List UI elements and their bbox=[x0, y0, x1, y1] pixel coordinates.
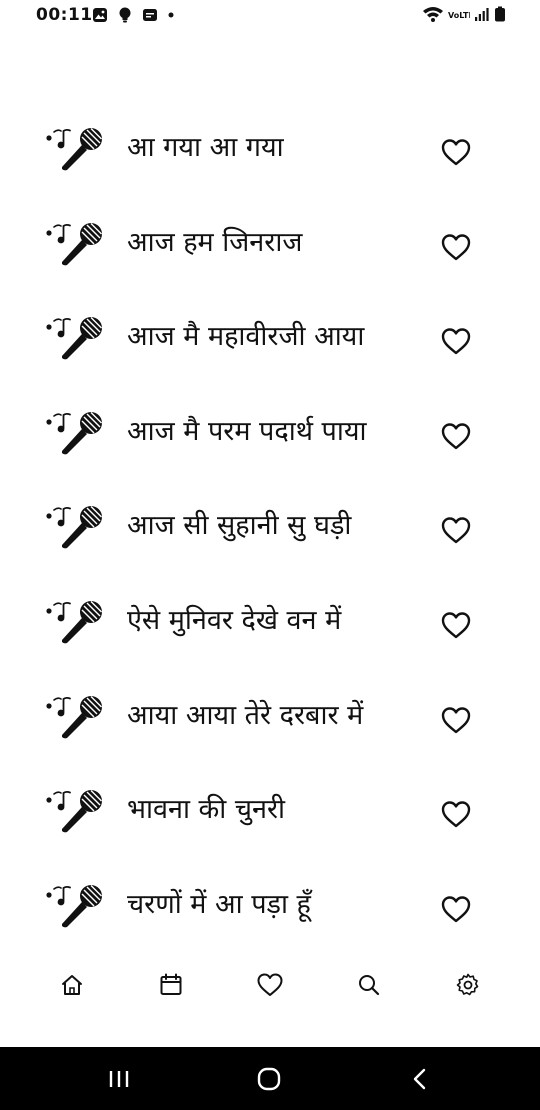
microphone-icon bbox=[45, 600, 103, 644]
search-icon bbox=[359, 975, 380, 996]
battery-icon bbox=[495, 6, 505, 22]
status-right-icons: VoLTE bbox=[422, 6, 506, 22]
back-button[interactable] bbox=[400, 1063, 440, 1095]
back-icon bbox=[413, 1068, 426, 1090]
song-item[interactable]: आज हम जिनराज bbox=[0, 200, 540, 295]
song-item[interactable]: ऐसे मुनिवर देखे वन में bbox=[0, 578, 540, 673]
song-title: आज हम जिनराज bbox=[127, 226, 303, 258]
status-time: 00:11 bbox=[36, 5, 93, 25]
tab-search[interactable] bbox=[339, 963, 399, 1007]
microphone-icon bbox=[45, 221, 103, 266]
home-button[interactable] bbox=[249, 1063, 289, 1095]
tab-calendar[interactable] bbox=[141, 963, 201, 1007]
song-title: चरणों में आ पड़ा हूँ bbox=[127, 888, 311, 920]
system-navigation-bar bbox=[0, 1047, 540, 1110]
favorite-heart-icon[interactable] bbox=[440, 137, 472, 167]
favorite-heart-icon[interactable] bbox=[440, 705, 472, 735]
wifi-icon bbox=[423, 7, 443, 22]
song-item[interactable]: आज मै महावीरजी आया bbox=[0, 294, 540, 389]
favorite-heart-icon[interactable] bbox=[440, 610, 472, 640]
favorite-heart-icon[interactable] bbox=[440, 894, 472, 924]
volte-label: VoLTE bbox=[448, 11, 470, 20]
bulb-icon bbox=[119, 7, 131, 23]
favorite-heart-icon[interactable] bbox=[440, 799, 472, 829]
favorite-heart-icon[interactable] bbox=[440, 232, 472, 262]
tab-favorites[interactable] bbox=[240, 963, 300, 1007]
song-list: आ गया आ गया आज हम जिनराज आज मै महावीरजी … bbox=[0, 105, 540, 956]
message-icon bbox=[143, 9, 157, 21]
song-title: भावना की चुनरी bbox=[127, 794, 286, 826]
song-item[interactable]: चरणों में आ पड़ा हूँ bbox=[0, 862, 540, 957]
dot-icon bbox=[168, 12, 174, 18]
home-button-icon bbox=[257, 1067, 281, 1091]
tab-home[interactable] bbox=[42, 963, 102, 1007]
microphone-icon bbox=[45, 127, 103, 171]
song-item[interactable]: आ गया आ गया bbox=[0, 105, 540, 200]
microphone-icon bbox=[45, 410, 103, 455]
song-title: आया आया तेरे दरबार में bbox=[127, 699, 364, 731]
home-icon bbox=[61, 975, 82, 995]
song-title: ऐसे मुनिवर देखे वन में bbox=[127, 604, 342, 636]
favorite-heart-icon[interactable] bbox=[440, 515, 472, 545]
song-title: आज सी सुहानी सु घड़ी bbox=[127, 510, 352, 542]
heart-icon bbox=[257, 973, 283, 996]
gallery-icon bbox=[93, 8, 107, 22]
song-item[interactable]: आज सी सुहानी सु घड़ी bbox=[0, 483, 540, 578]
settings-icon bbox=[457, 973, 479, 996]
tab-settings[interactable] bbox=[438, 963, 498, 1007]
microphone-icon bbox=[45, 883, 103, 928]
bottom-tab-bar bbox=[0, 960, 540, 1010]
volte-icon: VoLTE bbox=[448, 11, 470, 20]
calendar-icon bbox=[160, 973, 182, 995]
song-item[interactable]: भावना की चुनरी bbox=[0, 767, 540, 862]
microphone-icon bbox=[45, 316, 103, 361]
microphone-icon bbox=[45, 694, 103, 739]
song-title: आज मै परम पदार्थ पाया bbox=[127, 415, 367, 447]
favorite-heart-icon[interactable] bbox=[440, 326, 472, 356]
status-bar: 00:11 VoLTE bbox=[0, 0, 540, 32]
recent-apps-button[interactable] bbox=[99, 1063, 139, 1095]
song-title: आ गया आ गया bbox=[127, 132, 284, 163]
microphone-icon bbox=[45, 505, 103, 550]
recent-apps-icon bbox=[109, 1071, 129, 1087]
microphone-icon bbox=[45, 789, 103, 834]
favorite-heart-icon[interactable] bbox=[440, 421, 472, 451]
status-left-icons bbox=[92, 7, 174, 23]
song-item[interactable]: आया आया तेरे दरबार में bbox=[0, 673, 540, 768]
signal-icon bbox=[475, 8, 489, 21]
song-title: आज मै महावीरजी आया bbox=[127, 321, 365, 353]
song-item[interactable]: आज मै परम पदार्थ पाया bbox=[0, 389, 540, 484]
